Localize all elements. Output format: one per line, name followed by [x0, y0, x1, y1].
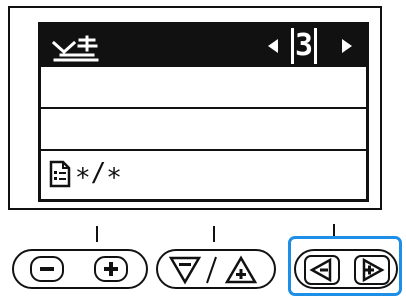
divider-tick [213, 226, 215, 242]
slash-divider-icon [206, 256, 217, 284]
lcd-footer-row: ∗/∗ [41, 151, 366, 199]
down-up-button-group [156, 249, 276, 289]
sewing-machine-pattern-icon [51, 35, 99, 62]
page-number: 3 [291, 28, 317, 64]
plus-button[interactable] [94, 256, 128, 282]
footer-text: ∗/∗ [75, 158, 122, 188]
divider-tick [96, 226, 98, 242]
page-right-icon [342, 39, 352, 53]
lcd-header-row: 3 [41, 25, 366, 67]
minus-icon [40, 267, 54, 271]
device-frame: 3 ∗/∗ [8, 6, 382, 210]
plus-icon [104, 262, 118, 276]
document-list-icon [49, 160, 71, 188]
page-left-icon [268, 39, 278, 53]
lcd-display: 3 ∗/∗ [38, 22, 369, 202]
selection-highlight [288, 236, 402, 296]
minus-plus-button-group [12, 249, 148, 289]
triangle-up-plus-icon[interactable] [224, 254, 258, 286]
panel-screen: { "display": { "header": { "icon": "sewi… [0, 0, 406, 298]
triangle-down-minus-icon[interactable] [168, 254, 202, 286]
lcd-empty-row [41, 67, 366, 109]
lcd-empty-row [41, 109, 366, 151]
minus-button[interactable] [30, 256, 64, 282]
